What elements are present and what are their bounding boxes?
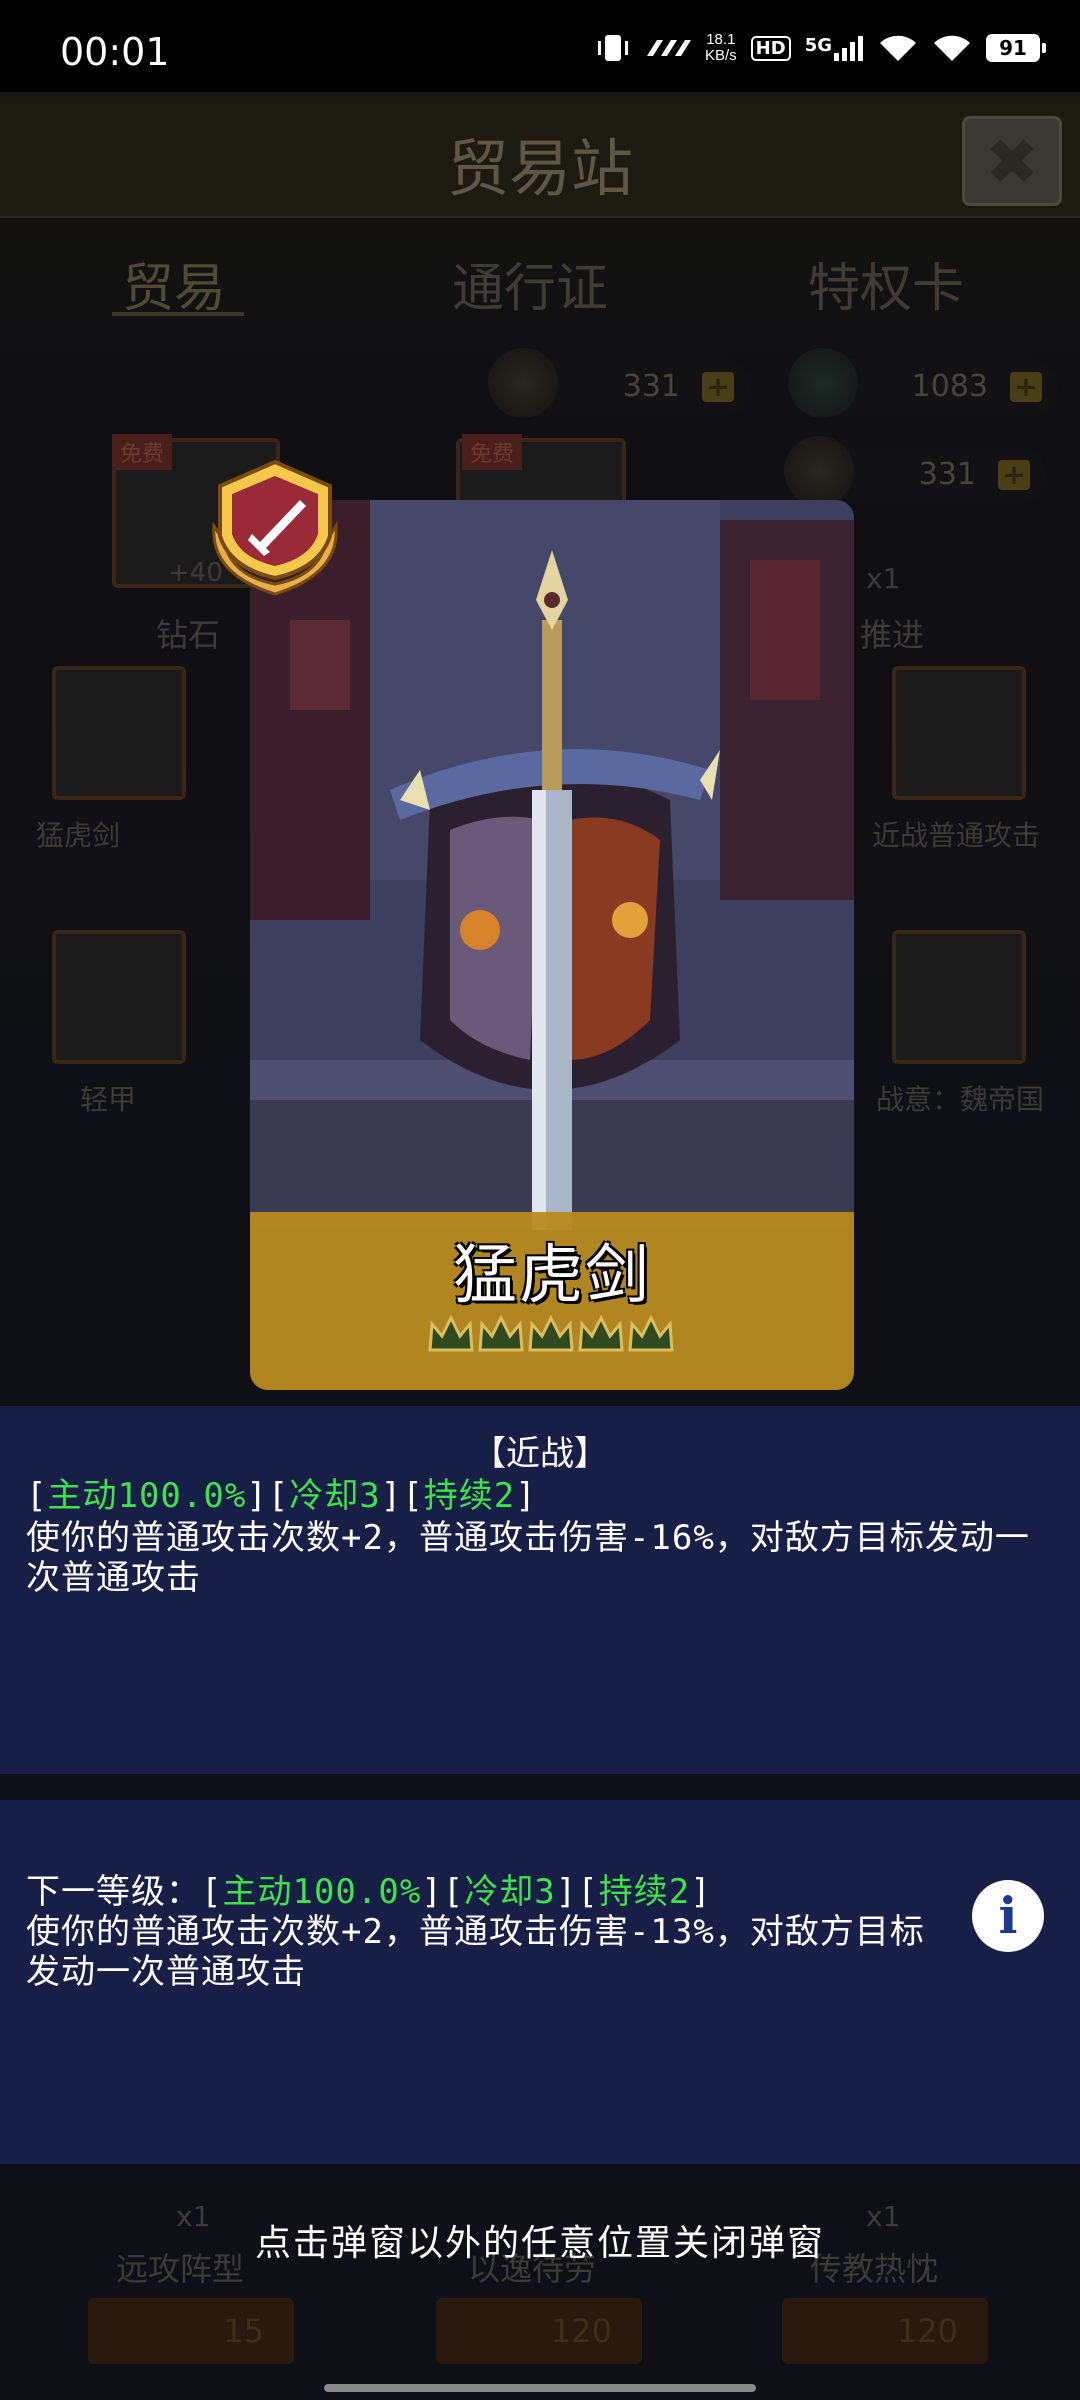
wifi-icon (934, 35, 970, 61)
next-level-panel: 下一等级：[主动100.0%][冷却3][持续2] 使你的普通攻击次数+2，普通… (0, 1800, 1080, 2164)
home-indicator[interactable] (324, 2384, 756, 2392)
sword-emblem-icon (212, 459, 338, 596)
skill-tag-active: 主动100.0% (47, 1476, 247, 1516)
carrier-logo-icon (646, 40, 691, 56)
info-button[interactable]: i (972, 1880, 1044, 1952)
net-speed: 18.1 KB/s (705, 32, 737, 64)
vibrate-icon (597, 35, 628, 61)
skill-description-panel: 【近战】 [主动100.0%][冷却3][持续2] 使你的普通攻击次数+2，普通… (0, 1406, 1080, 1774)
next-level-prefix: 下一等级： (26, 1872, 201, 1912)
next-tag-active: 主动100.0% (222, 1872, 422, 1912)
crown-icon (528, 1314, 574, 1352)
skill-tag-duration: 持续2 (423, 1476, 516, 1516)
card-popup: 猛虎剑 (250, 500, 854, 1390)
net-speed-value: 18.1 (706, 31, 736, 48)
skill-description: 使你的普通攻击次数+2，普通攻击伤害-16%，对敌方目标发动一次普通攻击 (26, 1518, 1030, 1598)
crown-icon (428, 1314, 474, 1352)
hd-icon: HD (750, 35, 791, 61)
skill-tag-cooldown: 冷却3 (289, 1476, 381, 1516)
next-level-description: 使你的普通攻击次数+2，普通攻击伤害-13%，对敌方目标发动一次普通攻击 (26, 1912, 925, 1992)
star-rating (426, 1310, 676, 1360)
crown-icon (578, 1314, 624, 1352)
tiger-sword-artwork (250, 500, 854, 1230)
card-name: 猛虎剑 (453, 1239, 651, 1313)
skill-category: 【近战】 (472, 1434, 608, 1474)
next-tag-duration: 持续2 (598, 1872, 691, 1912)
battery-icon: 91 (986, 34, 1046, 62)
status-time: 00:01 (60, 30, 170, 74)
signal-icon: 5G (805, 35, 864, 61)
network-type: 5G (804, 35, 832, 56)
next-level-tags: 下一等级：[主动100.0%][冷却3][持续2] (26, 1872, 712, 1912)
crown-icon (478, 1314, 524, 1352)
next-tag-cooldown: 冷却3 (464, 1872, 556, 1912)
wifi-signal-icon (880, 35, 916, 61)
close-hint: 点击弹窗以外的任意位置关闭弹窗 (254, 2223, 825, 2264)
crown-icon (628, 1314, 674, 1352)
skill-tags: [主动100.0%][冷却3][持续2] (26, 1476, 537, 1516)
net-speed-unit: KB/s (704, 47, 737, 64)
status-icons: 18.1 KB/s HD 5G 91 (595, 32, 1046, 64)
